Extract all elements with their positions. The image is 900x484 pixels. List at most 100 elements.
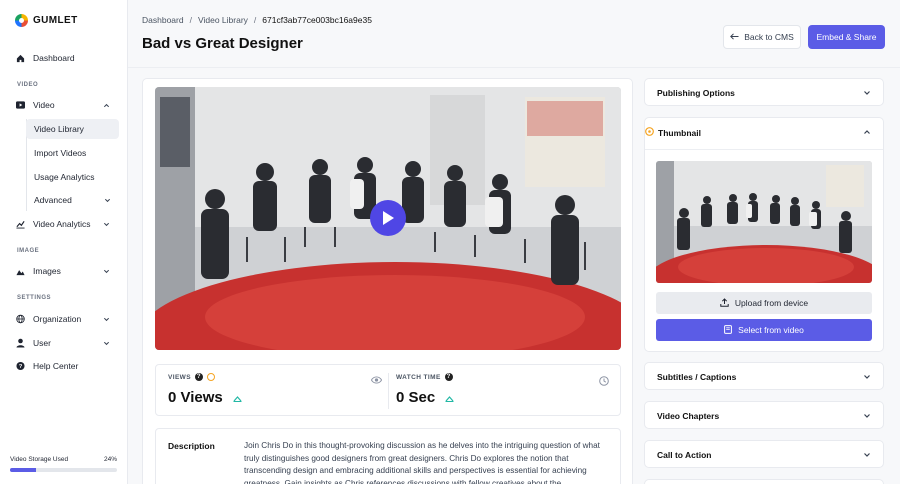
sidebar-item-images[interactable]: Images (9, 261, 119, 281)
breadcrumb-separator: / (253, 15, 257, 25)
trend-up-icon (233, 389, 242, 406)
watch-time-stat-value: 0 Sec (396, 389, 454, 406)
video-player[interactable] (155, 87, 621, 350)
clock-icon[interactable] (599, 376, 609, 388)
chevron-down-icon (103, 339, 110, 349)
logo-text: GUMLET (33, 15, 78, 26)
chevron-down-icon (103, 315, 110, 325)
chevron-up-icon[interactable] (863, 128, 871, 138)
breadcrumb-current: 671cf3ab77ce003bc16a9e35 (262, 15, 372, 25)
embed-share-button[interactable]: Embed & Share (808, 25, 885, 49)
video-chapters-panel[interactable]: Video Chapters (644, 401, 884, 429)
more-panel (644, 479, 884, 484)
storage-usage: Video Storage Used 24% (10, 456, 117, 472)
publishing-options-title: Publishing Options (657, 88, 735, 98)
sidebar-item-usage-analytics[interactable]: Usage Analytics (26, 167, 119, 187)
storage-percent: 24% (103, 456, 117, 463)
upload-from-device-button[interactable]: Upload from device (656, 292, 872, 314)
call-to-action-label: Call to Action (657, 450, 712, 460)
chevron-down-icon (103, 220, 110, 230)
film-frame-icon (724, 324, 733, 336)
logo[interactable]: GUMLET (15, 14, 78, 27)
chevron-down-icon (863, 451, 871, 461)
help-icon: ? (16, 361, 25, 371)
thumbnail-preview (656, 161, 872, 283)
upload-label: Upload from device (734, 298, 809, 308)
description-section: Description Join Chris Do in this though… (155, 428, 621, 484)
sidebar-item-label: Help Center (33, 361, 79, 371)
sidebar-item-help-center[interactable]: ? Help Center (9, 356, 119, 376)
sidebar-item-label: Dashboard (33, 53, 75, 63)
thumbnail-divider (645, 149, 883, 150)
section-label-image: IMAGE (17, 248, 40, 254)
publishing-options-panel[interactable]: Publishing Options (644, 78, 884, 106)
call-to-action-title: Call to Action (657, 450, 711, 460)
user-icon (16, 338, 25, 348)
play-icon (383, 211, 394, 225)
video-chapters-title: Video Chapters (657, 411, 719, 421)
sidebar-item-label: Organization (33, 314, 82, 324)
play-button[interactable] (370, 200, 406, 236)
breadcrumb-video-library[interactable]: Video Library (198, 15, 248, 25)
sidebar-item-user[interactable]: User (9, 333, 119, 353)
video-icon (16, 101, 25, 110)
image-icon (16, 267, 25, 276)
sidebar-item-advanced[interactable]: Advanced (26, 190, 119, 210)
sidebar-item-label: Video Analytics (33, 219, 91, 229)
sidebar-item-label: Usage Analytics (34, 172, 95, 182)
chevron-down-icon (863, 412, 871, 422)
publishing-options-label: Publishing Options (657, 88, 735, 98)
page-title: Bad vs Great Designer (142, 35, 303, 52)
back-to-cms-label: Back to CMS (744, 32, 794, 42)
call-to-action-panel[interactable]: Call to Action (644, 440, 884, 468)
description-label: Description (168, 441, 215, 451)
sidebar-item-label: Video (33, 100, 55, 110)
sidebar: GUMLET Dashboard VIDEO Video Video Libra… (0, 0, 128, 484)
warning-icon (206, 373, 215, 381)
select-from-video-button[interactable]: Select from video (656, 319, 872, 341)
svg-text:?: ? (19, 364, 23, 370)
header-divider (128, 67, 900, 68)
chevron-down-icon (863, 373, 871, 383)
chevron-down-icon (103, 267, 110, 277)
storage-progress-fill (10, 468, 36, 472)
sidebar-item-import-videos[interactable]: Import Videos (26, 143, 119, 163)
embed-share-label: Embed & Share (816, 32, 877, 42)
back-to-cms-button[interactable]: Back to CMS (723, 25, 801, 49)
sidebar-item-label: Import Videos (34, 148, 87, 158)
breadcrumb-separator: / (189, 15, 192, 25)
home-icon (16, 54, 25, 63)
globe-icon (16, 314, 25, 324)
thumbnail-label: Thumbnail (658, 127, 701, 138)
breadcrumb-dashboard[interactable]: Dashboard (142, 15, 184, 25)
help-icon[interactable]: ? (194, 373, 203, 381)
watch-time-label: WATCH TIME (396, 373, 441, 381)
chevron-down-icon (863, 89, 871, 99)
sidebar-item-video-analytics[interactable]: Video Analytics (9, 214, 119, 234)
subtitles-label: Subtitles / Captions (657, 372, 737, 382)
views-value: 0 Views (168, 389, 223, 406)
sidebar-item-label: Advanced (34, 195, 72, 205)
warning-icon (645, 127, 654, 138)
storage-progress-bar (10, 468, 117, 472)
eye-icon[interactable] (370, 376, 383, 386)
stats-panel: VIEWS ? 0 Views WATCH TIME ? 0 Sec (155, 364, 621, 416)
thumbnail-title[interactable]: Thumbnail (645, 127, 701, 138)
views-stat-label: VIEWS ? (168, 373, 215, 381)
subtitles-title: Subtitles / Captions (657, 372, 736, 382)
breadcrumb: Dashboard / Video Library / 671cf3ab77ce… (142, 15, 372, 25)
description-text[interactable]: Join Chris Do in this thought-provoking … (244, 440, 604, 484)
trend-up-icon (445, 389, 454, 406)
sidebar-item-video-library[interactable]: Video Library (26, 119, 119, 139)
sidebar-item-organization[interactable]: Organization (9, 309, 119, 329)
subtitles-panel[interactable]: Subtitles / Captions (644, 362, 884, 390)
video-chapters-label: Video Chapters (657, 411, 720, 421)
storage-label: Video Storage Used (10, 456, 69, 463)
sidebar-item-video[interactable]: Video (9, 95, 119, 115)
sidebar-item-dashboard[interactable]: Dashboard (9, 48, 119, 68)
arrow-left-icon (730, 32, 739, 42)
views-stat-value: 0 Views (168, 389, 242, 406)
sidebar-item-label: User (33, 338, 51, 348)
help-icon[interactable]: ? (444, 373, 453, 381)
chevron-up-icon (103, 101, 110, 111)
